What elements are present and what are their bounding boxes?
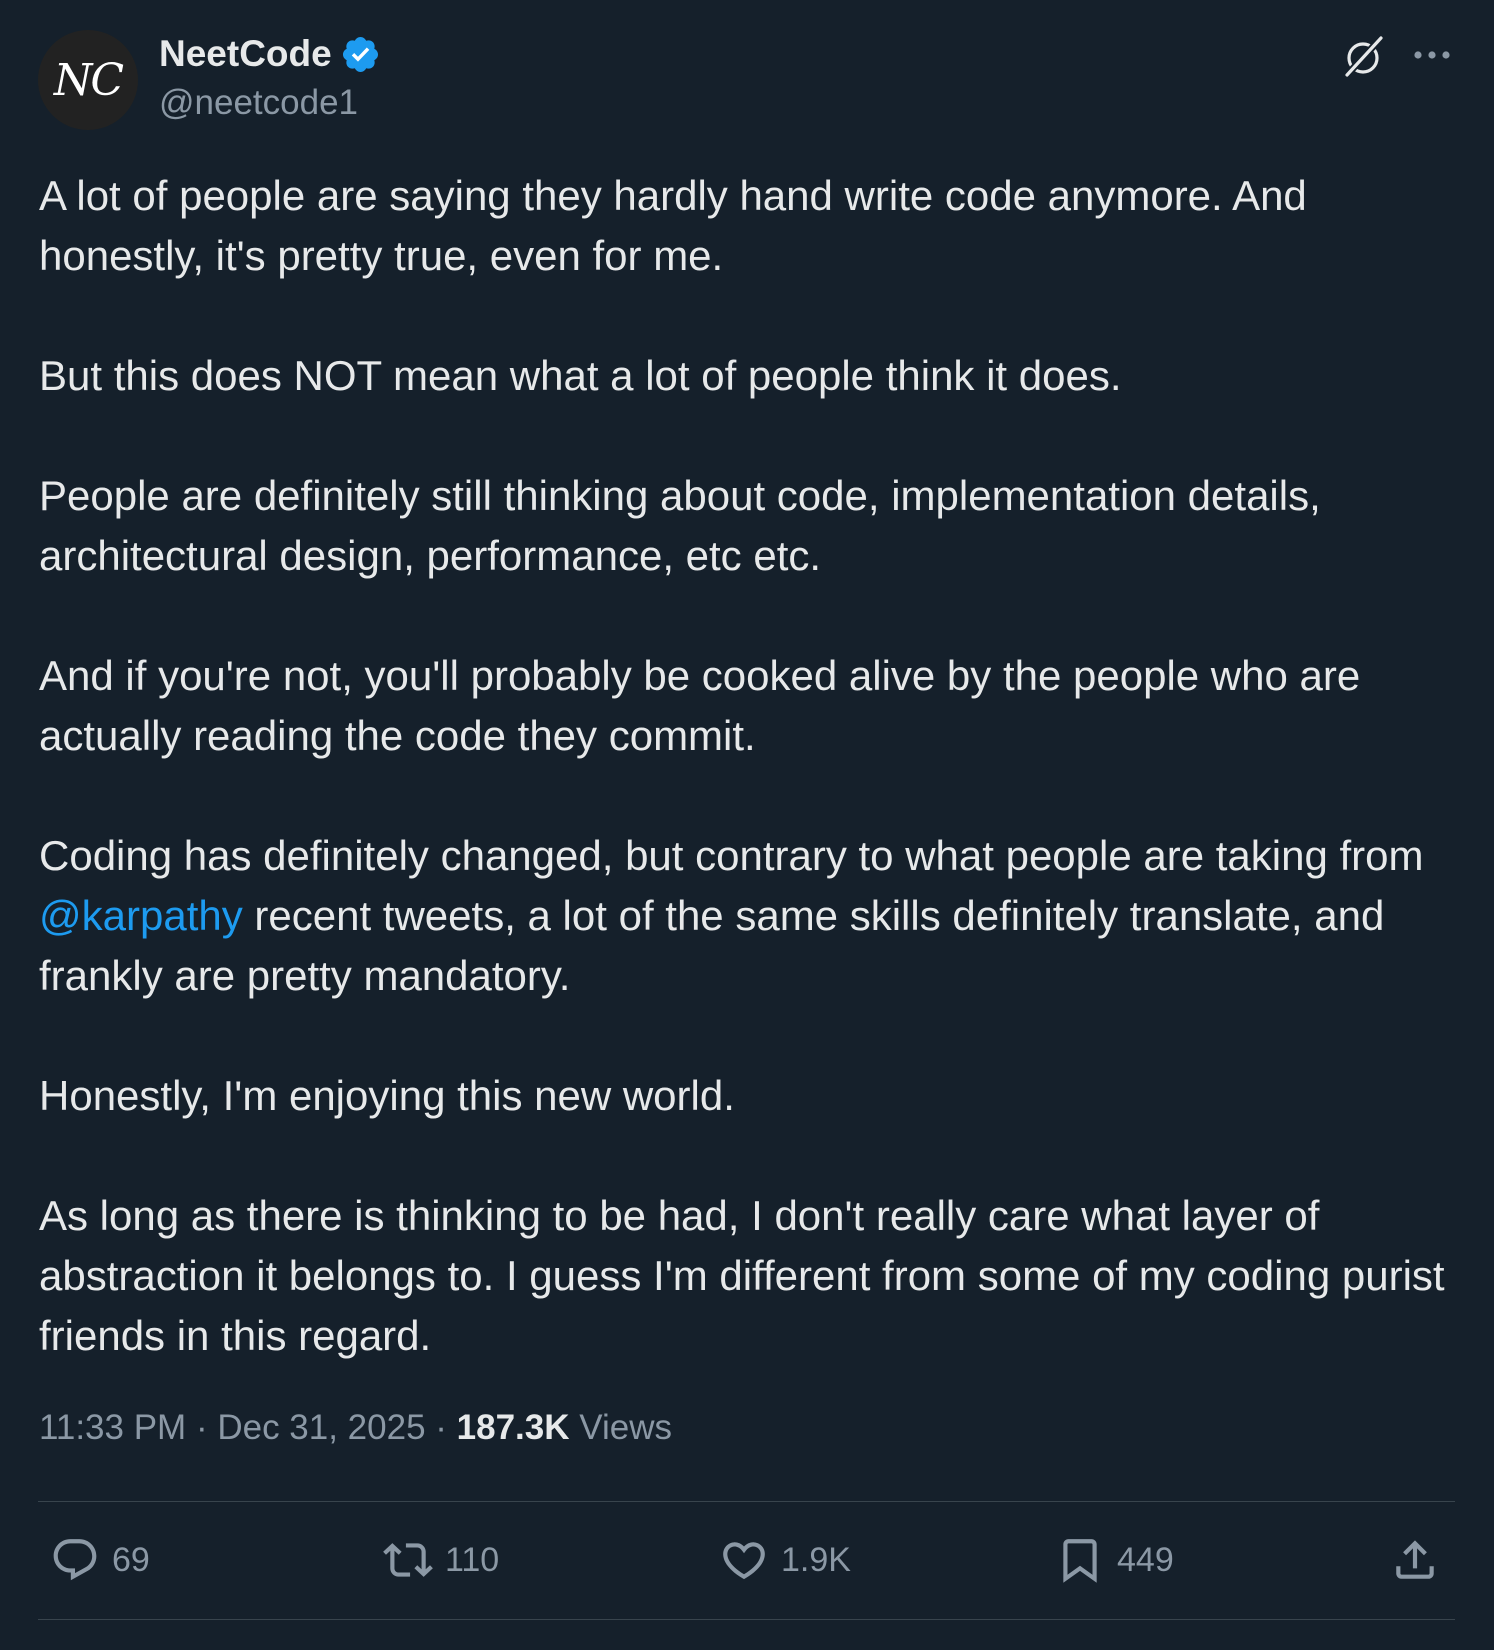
mention-link[interactable]: @karpathy (39, 892, 243, 939)
views-label: Views (569, 1408, 672, 1447)
avatar-monogram: NC (53, 54, 124, 106)
divider (38, 1619, 1455, 1620)
tweet-paragraph: And if you're not, you'll probably be co… (39, 652, 1361, 759)
like-button[interactable]: 1.9K (719, 1525, 851, 1595)
reply-count: 69 (112, 1540, 150, 1579)
like-icon (723, 1542, 765, 1580)
divider (38, 1501, 1455, 1502)
bookmark-button[interactable]: 449 (1055, 1525, 1174, 1595)
bookmark-count: 449 (1117, 1540, 1174, 1579)
author-name-row: NeetCode (159, 33, 381, 75)
author-handle[interactable]: @neetcode1 (159, 83, 358, 123)
meta-separator: · (186, 1408, 218, 1447)
share-icon (1396, 1540, 1434, 1579)
tweet-paragraph: Coding has definitely changed, but contr… (39, 826, 1459, 1006)
avatar[interactable]: NC (38, 30, 138, 130)
action-bar: 69 110 1.9K 449 (0, 1525, 1494, 1595)
author-name[interactable]: NeetCode (159, 33, 332, 75)
bookmark-icon (1063, 1539, 1097, 1583)
tweet: NC NeetCode @neetcode1 A lot of people a… (0, 0, 1494, 1650)
tweet-body: A lot of people are saying they hardly h… (39, 166, 1459, 1366)
tweet-text: Coding has definitely changed, but contr… (39, 832, 1424, 879)
grok-icon[interactable] (1340, 32, 1388, 80)
reply-button[interactable]: 69 (50, 1525, 150, 1595)
repost-icon (383, 1543, 433, 1577)
tweet-paragraph: But this does NOT mean what a lot of peo… (39, 352, 1122, 399)
tweet-meta: 11:33 PM · Dec 31, 2025 · 187.3K Views (39, 1408, 672, 1448)
repost-button[interactable]: 110 (383, 1525, 499, 1595)
tweet-date[interactable]: Dec 31, 2025 (217, 1408, 425, 1448)
share-button[interactable] (1390, 1525, 1440, 1595)
tweet-paragraph: As long as there is thinking to be had, … (39, 1192, 1445, 1359)
more-icon[interactable] (1410, 40, 1454, 70)
views-count[interactable]: 187.3K (457, 1408, 570, 1448)
tweet-paragraph: People are definitely still thinking abo… (39, 472, 1321, 579)
meta-separator: · (425, 1408, 457, 1447)
tweet-time[interactable]: 11:33 PM (39, 1408, 186, 1448)
tweet-paragraph: Honestly, I'm enjoying this new world. (39, 1072, 735, 1119)
repost-count: 110 (445, 1540, 500, 1579)
tweet-paragraph: A lot of people are saying they hardly h… (39, 172, 1307, 279)
reply-icon (53, 1539, 97, 1581)
verified-badge-icon[interactable] (340, 34, 381, 75)
like-count: 1.9K (781, 1540, 851, 1579)
